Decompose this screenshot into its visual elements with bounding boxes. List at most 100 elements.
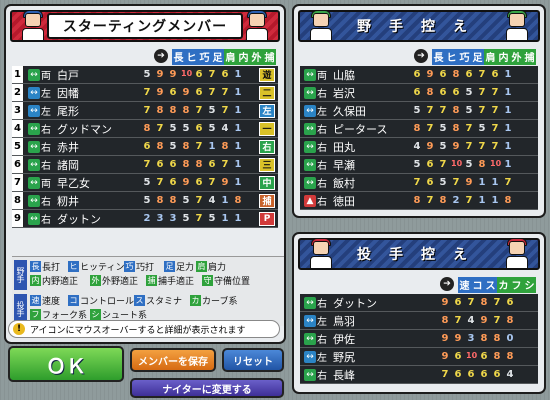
stat-value: 8 (156, 141, 164, 152)
ok-button[interactable]: ＯＫ (8, 346, 124, 382)
handedness: 右 (317, 125, 327, 136)
swap-icon[interactable]: ↔ (28, 86, 40, 99)
swap-icon[interactable]: ↔ (304, 314, 316, 327)
starting-members-title: スターティングメンバー (46, 13, 244, 39)
player-row[interactable]: 8 ↔ 右籾井 5 8 8 5 7 4 1 8 捕 (12, 192, 278, 210)
stat-value: 5 (143, 177, 151, 188)
swap-icon[interactable]: ↔ (304, 158, 316, 171)
legend-label: 肩力 (208, 263, 227, 273)
handedness: 左 (317, 353, 327, 364)
stat-value: 8 (506, 351, 514, 362)
fielder-legend-tag: 野手 (14, 260, 27, 290)
player-row[interactable]: 5 ↔ 右赤井 6 8 5 8 7 1 8 1 右 (12, 138, 278, 156)
player-row[interactable]: ↔ 右岩沢 6 8 6 6 5 7 7 1 (300, 84, 538, 102)
bench-column-header: ➔ 長ヒ巧足肩内外捕 (414, 46, 536, 65)
player-stats: 766664 (440, 369, 515, 380)
swap-icon[interactable]: ↔ (304, 86, 316, 99)
player-row[interactable]: ↔ 右飯村 7 6 5 7 9 1 1 7 (300, 174, 538, 192)
stat-value: 10 (181, 69, 193, 78)
stat-value: 4 (221, 123, 229, 134)
position-badge: 左 (259, 103, 275, 118)
swap-icon[interactable]: ↔ (304, 122, 316, 135)
handedness: 右 (317, 335, 327, 346)
stat-value: 5 (182, 213, 190, 224)
stat-value: 5 (208, 105, 216, 116)
swap-icon[interactable]: ↔ (304, 368, 316, 381)
swap-icon[interactable]: ↔ (304, 68, 316, 81)
player-row[interactable]: ↔ 左野尻 9 6 10 6 8 8 (300, 348, 538, 366)
swap-icon[interactable]: ↔ (304, 140, 316, 153)
legend-key: 外 (90, 275, 101, 286)
player-row[interactable]: 6 ↔ 右諸岡 7 6 6 8 8 6 7 1 三 (12, 156, 278, 174)
player-row[interactable]: 3 ↔ 左尾形 7 8 8 8 7 5 7 1 左 (12, 102, 278, 120)
player-name: 山脇 (333, 68, 355, 82)
legend-item: 巧巧打 (124, 260, 154, 273)
stat-value: 7 (441, 369, 449, 380)
stat-value: 1 (221, 213, 229, 224)
player-row[interactable]: 4 ↔ 右グッドマン 8 7 5 5 6 5 4 1 一 (12, 120, 278, 138)
batting-order: 4 (12, 120, 24, 137)
swap-icon[interactable]: ↔ (304, 104, 316, 117)
swap-icon[interactable]: ↔ (304, 296, 316, 309)
stat-value: 7 (491, 123, 499, 134)
swap-icon[interactable]: ↔ (28, 122, 40, 135)
player-stats: 967876 (440, 297, 515, 308)
swap-icon[interactable]: ↔ (28, 194, 40, 207)
stat-value: 7 (195, 141, 203, 152)
stat-value: 6 (169, 159, 177, 170)
legend-key: 足 (164, 261, 175, 272)
bench-pitchers-header: 投手控え (298, 238, 540, 270)
reset-button[interactable]: リセット (222, 348, 284, 372)
handedness: 右 (41, 197, 51, 208)
player-row[interactable]: ↔ 右早瀬 5 6 7 10 5 8 10 1 (300, 156, 538, 174)
stat-value: 8 (506, 315, 514, 326)
stat-value: 7 (493, 315, 501, 326)
player-row[interactable]: ↔ 右ダットン 9 6 7 8 7 6 (300, 294, 538, 312)
stat-value: 5 (413, 159, 421, 170)
player-stats: 76579117 (412, 177, 513, 188)
swap-icon[interactable]: ↔ (28, 104, 40, 117)
player-row[interactable]: ↔ 右伊佐 9 9 3 8 8 0 (300, 330, 538, 348)
swap-icon[interactable]: ↔ (28, 68, 40, 81)
player-name: ピータース (333, 122, 388, 136)
position-badge: P (259, 211, 275, 226)
swap-icon[interactable]: ↔ (28, 140, 40, 153)
stat-value: 8 (480, 333, 488, 344)
player-name: ダットン (57, 212, 101, 226)
up-arrow-icon[interactable]: ▲ (304, 194, 316, 207)
player-stats: 69686761 (412, 69, 513, 80)
player-name: 久保田 (333, 104, 366, 118)
player-stats: 87587571 (412, 123, 513, 134)
player-row[interactable]: ↔ 左久保田 5 7 7 8 5 7 7 1 (300, 102, 538, 120)
player-name: 因幡 (57, 86, 79, 100)
handedness: 左 (317, 317, 327, 328)
night-game-button[interactable]: ナイターに変更する (130, 378, 284, 398)
swap-icon[interactable]: ↔ (304, 176, 316, 189)
save-members-button[interactable]: メンバーを保存 (130, 348, 216, 372)
player-stats: 68587181 (142, 141, 243, 152)
player-row[interactable]: ↔ 右田丸 4 9 5 9 7 7 7 1 (300, 138, 538, 156)
player-row[interactable]: ↔ 右ピータース 8 7 5 8 7 5 7 1 (300, 120, 538, 138)
player-row[interactable]: ▲ 右徳田 8 7 8 2 7 1 1 8 (300, 192, 538, 210)
bench-pitchers-panel: 投手控え ➔ 速コスカフシ ↔ 右ダットン 9 6 7 8 7 6 ↔ 左鳥羽 8 7 4 9 7 8 ↔ 右伊佐… (292, 232, 546, 394)
swap-icon[interactable]: ↔ (28, 176, 40, 189)
stat-value: 6 (452, 87, 460, 98)
legend-key: コ (68, 295, 79, 306)
swap-icon[interactable]: ↔ (304, 332, 316, 345)
player-row[interactable]: 7 ↔ 両早乙女 5 7 6 9 6 7 9 1 中 (12, 174, 278, 192)
player-row[interactable]: 1 ↔ 両白戸 5 9 9 10 6 7 6 1 遊 (12, 66, 278, 84)
player-row[interactable]: ↔ 両山脇 6 9 6 8 6 7 6 1 (300, 66, 538, 84)
starting-members-header: スターティングメンバー (10, 10, 280, 42)
position-badge: 右 (259, 139, 275, 154)
legend-item: 守守備位置 (202, 274, 250, 287)
stat-value: 4 (208, 195, 216, 206)
stat-value: 1 (491, 177, 499, 188)
stat-value: 6 (143, 141, 151, 152)
player-row[interactable]: ↔ 右長峰 7 6 6 6 6 4 (300, 366, 538, 384)
swap-icon[interactable]: ↔ (304, 350, 316, 363)
swap-icon[interactable]: ↔ (28, 212, 40, 225)
player-row[interactable]: 2 ↔ 左因幡 7 9 6 9 6 7 7 1 二 (12, 84, 278, 102)
player-row[interactable]: 9 ↔ 右ダットン 2 3 3 5 7 5 1 1 P (12, 210, 278, 228)
swap-icon[interactable]: ↔ (28, 158, 40, 171)
player-row[interactable]: ↔ 左鳥羽 8 7 4 9 7 8 (300, 312, 538, 330)
